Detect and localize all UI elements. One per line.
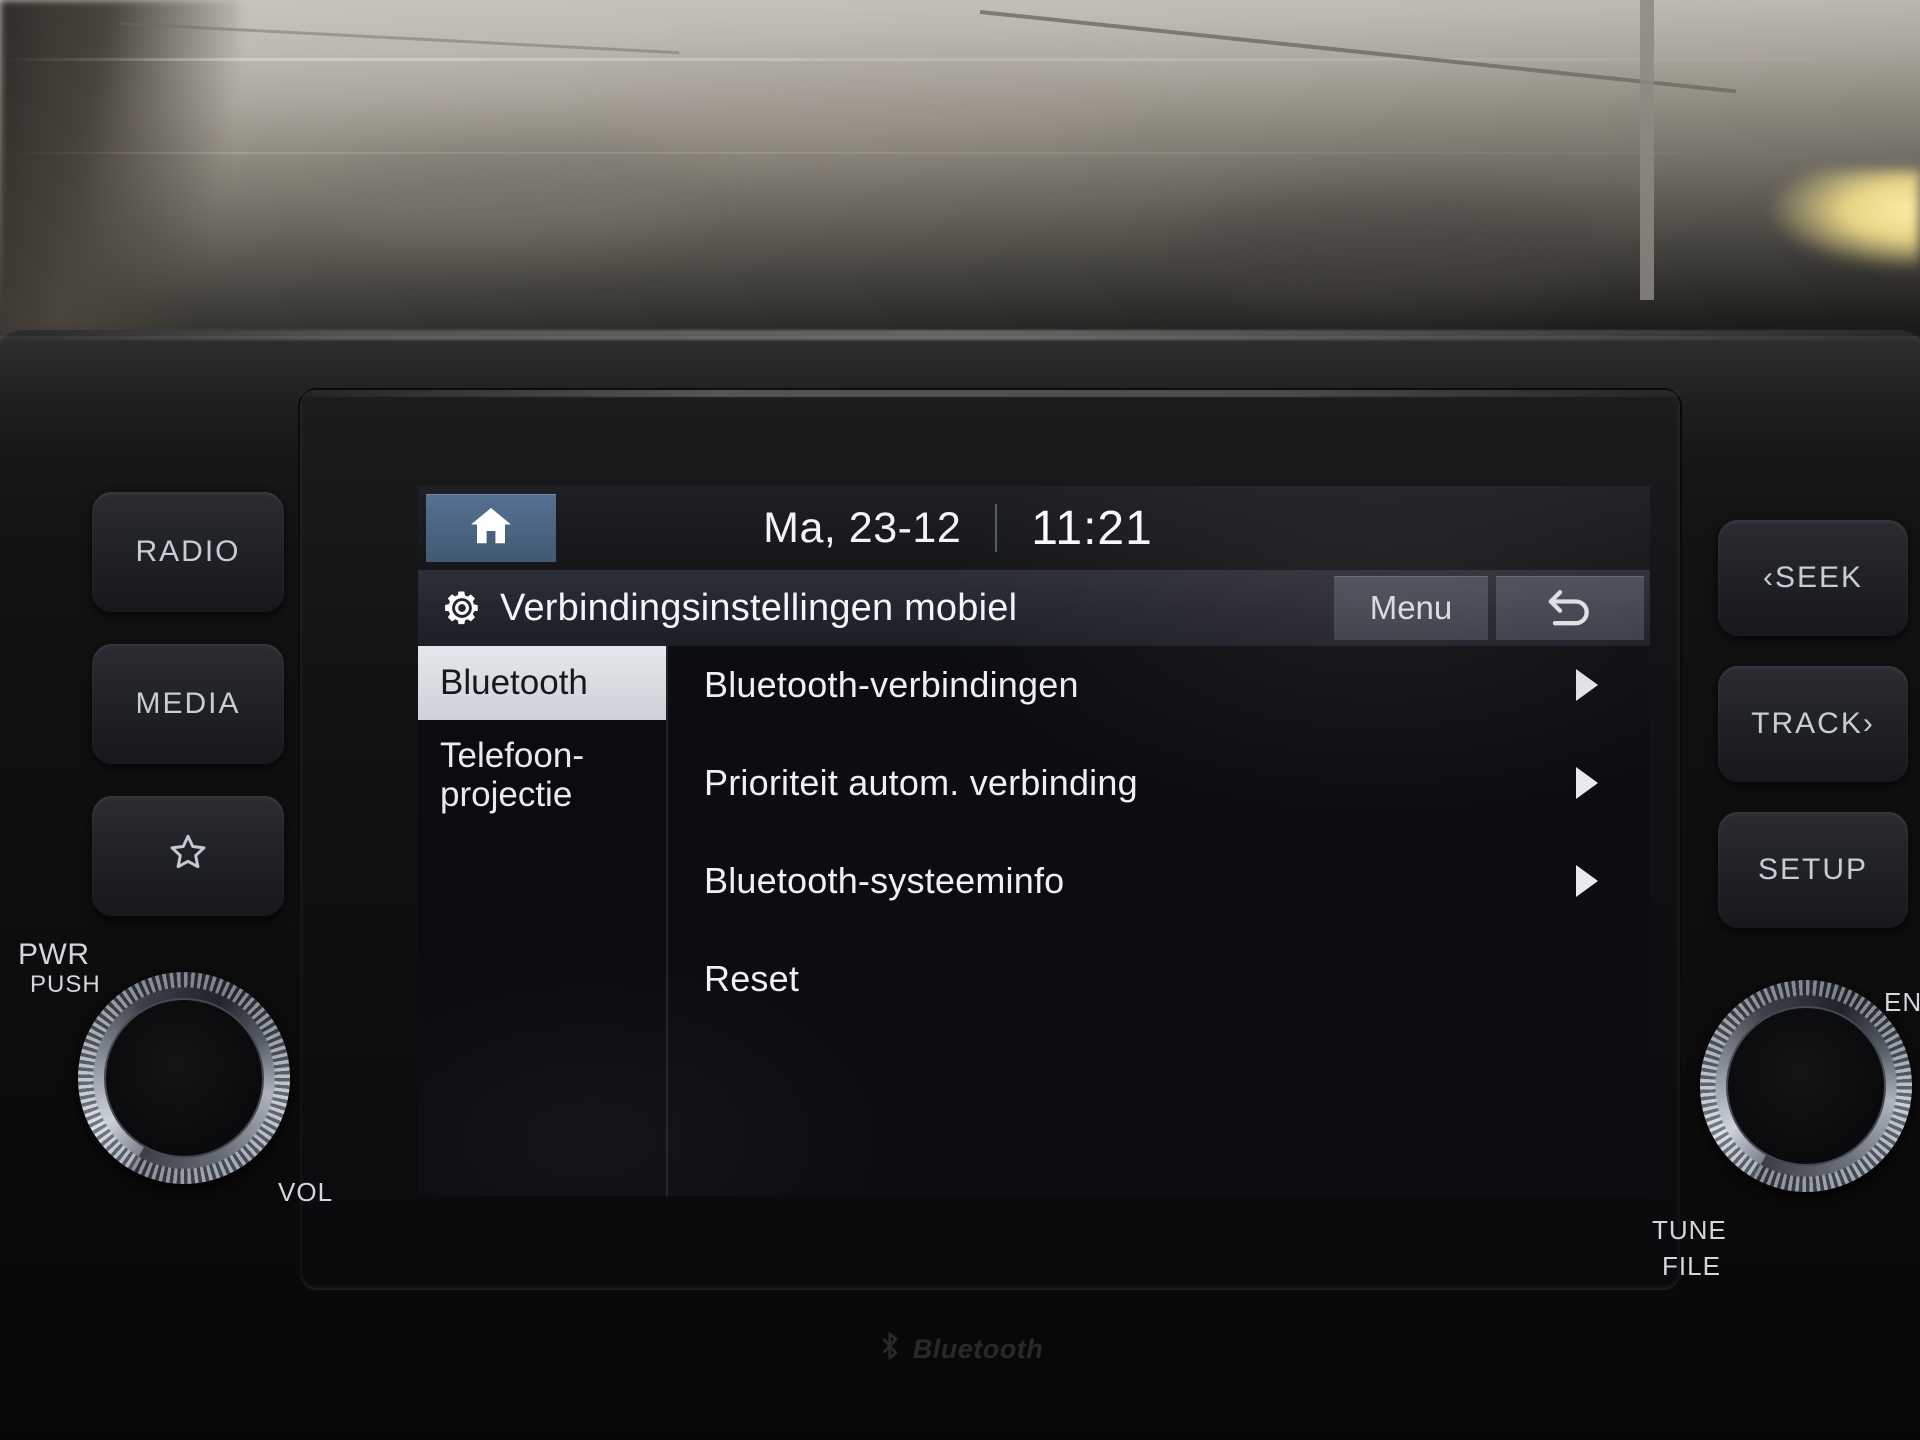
volume-knob[interactable] [104, 998, 264, 1158]
title-bar: Verbindingsinstellingen mobiel Menu [418, 570, 1650, 646]
home-icon [468, 503, 514, 554]
list-item-label: Bluetooth-verbindingen [704, 664, 1079, 705]
push-label: PUSH [30, 971, 101, 999]
vol-label-text: VOL [278, 1177, 334, 1207]
status-date: Ma, 23-12 [763, 503, 962, 552]
list-item-label: Bluetooth-systeeminfo [704, 860, 1065, 901]
sidebar-item-telefoonprojectie[interactable]: Telefoon- projectie [418, 720, 668, 828]
title-bar-actions: Menu [1334, 576, 1644, 640]
page-title: Verbindingsinstellingen mobiel [500, 586, 1018, 629]
chevron-right-icon [1576, 865, 1598, 897]
background-left-shadow [0, 0, 240, 330]
vol-label: VOL [278, 1177, 334, 1207]
tune-knob[interactable] [1726, 1006, 1886, 1166]
head-unit-top-highlight [0, 330, 1920, 340]
settings-sidebar: Bluetooth Telefoon- projectie [418, 646, 668, 1196]
ent-label: ENT [1884, 987, 1920, 1017]
pwr-label: PWR [18, 938, 90, 972]
home-button[interactable] [426, 494, 556, 562]
pwr-label-text: PWR [18, 938, 90, 971]
file-label-text: FILE [1662, 1251, 1721, 1281]
wall-seam-upper [0, 58, 1920, 61]
list-item-label: Reset [704, 958, 800, 999]
tune-label: TUNE [1652, 1215, 1727, 1245]
favorite-star-button[interactable] [92, 796, 284, 916]
menu-button-label: Menu [1369, 589, 1453, 626]
settings-content: Bluetooth Telefoon- projectie Bluetooth-… [418, 646, 1650, 1196]
file-label: FILE [1662, 1251, 1721, 1281]
track-button[interactable]: TRACK› [1718, 666, 1908, 782]
list-item[interactable]: Bluetooth-systeeminfo [668, 842, 1650, 920]
setup-button[interactable]: SETUP [1718, 812, 1908, 928]
sidebar-item-label: Telefoon- projectie [440, 736, 584, 815]
chevron-right-icon [1576, 669, 1598, 701]
infotainment-screen: Ma, 23-12 11:21 Verbindingsinstellingen … [418, 486, 1650, 1196]
background-wall [0, 0, 1920, 380]
menu-button[interactable]: Menu [1334, 576, 1488, 640]
back-button[interactable] [1496, 576, 1644, 640]
window-light-patch [1770, 170, 1920, 270]
list-item[interactable]: Reset [668, 940, 1650, 1018]
wall-seam-lower [0, 152, 1920, 154]
screen-bezel-highlight [300, 390, 1680, 397]
media-button[interactable]: MEDIA [92, 644, 284, 764]
list-item-label: Prioriteit autom. verbinding [704, 762, 1138, 803]
radio-button-label: RADIO [135, 535, 241, 568]
tune-label-text: TUNE [1652, 1215, 1727, 1245]
seek-button-label: ‹SEEK [1762, 561, 1864, 594]
list-item[interactable]: Prioriteit autom. verbinding [668, 744, 1650, 822]
push-label-text: PUSH [30, 971, 101, 998]
sidebar-item-label: Bluetooth [440, 663, 588, 703]
back-arrow-icon [1545, 582, 1595, 634]
status-time: 11:21 [1031, 501, 1153, 555]
radio-button[interactable]: RADIO [92, 492, 284, 612]
setup-button-label: SETUP [1757, 853, 1869, 886]
settings-list: Bluetooth-verbindingen Prioriteit autom.… [668, 646, 1650, 1196]
bluetooth-icon [877, 1330, 903, 1369]
overhead-cable-2 [1640, 0, 1654, 300]
ent-label-text: ENT [1884, 987, 1920, 1017]
media-button-label: MEDIA [135, 687, 241, 720]
list-item[interactable]: Bluetooth-verbindingen [668, 646, 1650, 724]
chevron-right-icon [1576, 767, 1598, 799]
status-bar: Ma, 23-12 11:21 [418, 486, 1650, 570]
seek-button[interactable]: ‹SEEK [1718, 520, 1908, 636]
sidebar-item-bluetooth[interactable]: Bluetooth [418, 646, 668, 720]
screenshot-root: Ma, 23-12 11:21 Verbindingsinstellingen … [0, 0, 1920, 1440]
bluetooth-wordmark: Bluetooth [912, 1334, 1044, 1364]
track-button-label: TRACK› [1751, 707, 1875, 740]
gear-icon [440, 586, 484, 630]
clock-area: Ma, 23-12 11:21 [598, 486, 1318, 570]
bluetooth-brand-mark: Bluetooth [877, 1330, 1043, 1369]
star-icon [166, 830, 210, 882]
